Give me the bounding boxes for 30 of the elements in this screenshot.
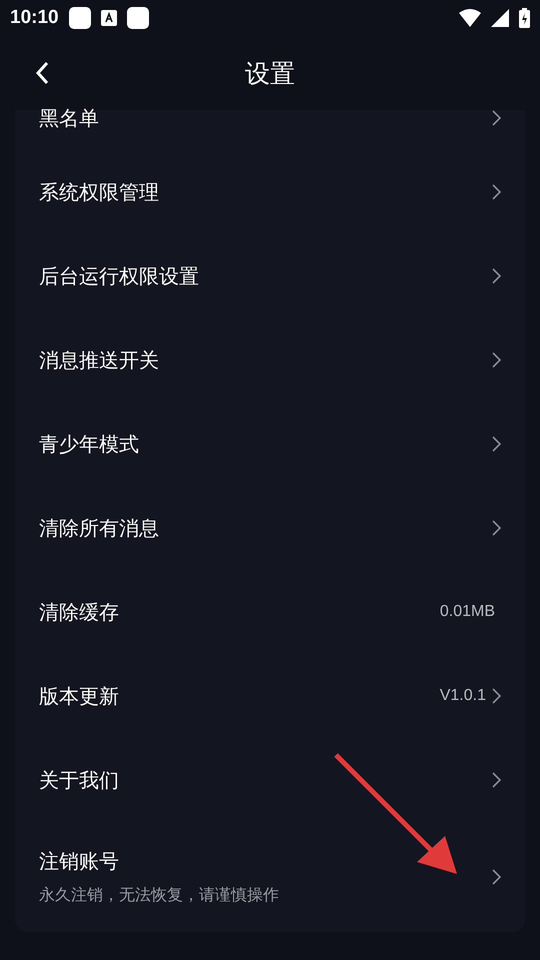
setting-item[interactable]: 系统权限管理 xyxy=(39,180,492,204)
setting-item[interactable]: 后台运行权限设置 xyxy=(39,264,492,288)
notification-icon xyxy=(68,7,91,29)
chevron-right-icon xyxy=(492,688,501,704)
status-time: 10:10 xyxy=(10,7,59,29)
setting-item[interactable]: 关于我们 xyxy=(39,768,492,792)
chevron-right-icon xyxy=(492,520,501,536)
setting-value: 0.01MB xyxy=(440,603,495,621)
notification-icon xyxy=(100,10,117,26)
chevron-right-icon xyxy=(492,772,501,788)
chevron-right-icon xyxy=(492,268,501,284)
notification-icon xyxy=(126,7,149,29)
signal-icon xyxy=(491,9,509,27)
chevron-right-icon xyxy=(492,184,501,200)
page-title: 设置 xyxy=(245,58,295,90)
chevron-right-icon xyxy=(492,352,501,368)
chevron-right-icon xyxy=(492,436,501,452)
setting-description: 永久注销，无法恢复，请谨慎操作 xyxy=(39,884,280,906)
setting-item[interactable]: 青少年模式 xyxy=(39,432,492,456)
chevron-right-icon xyxy=(492,869,501,885)
setting-item[interactable]: 清除缓存 xyxy=(39,600,440,624)
battery-icon xyxy=(519,8,530,28)
setting-value: V1.0.1 xyxy=(440,687,486,705)
setting-item[interactable]: 版本更新 xyxy=(39,684,440,708)
setting-item[interactable]: 黑名单 xyxy=(39,110,492,126)
setting-item[interactable]: 消息推送开关 xyxy=(39,348,492,372)
chevron-right-icon xyxy=(492,110,501,126)
setting-item[interactable]: 注销账号 xyxy=(39,848,492,872)
wifi-icon xyxy=(459,9,481,27)
setting-item[interactable]: 清除所有消息 xyxy=(39,516,492,540)
